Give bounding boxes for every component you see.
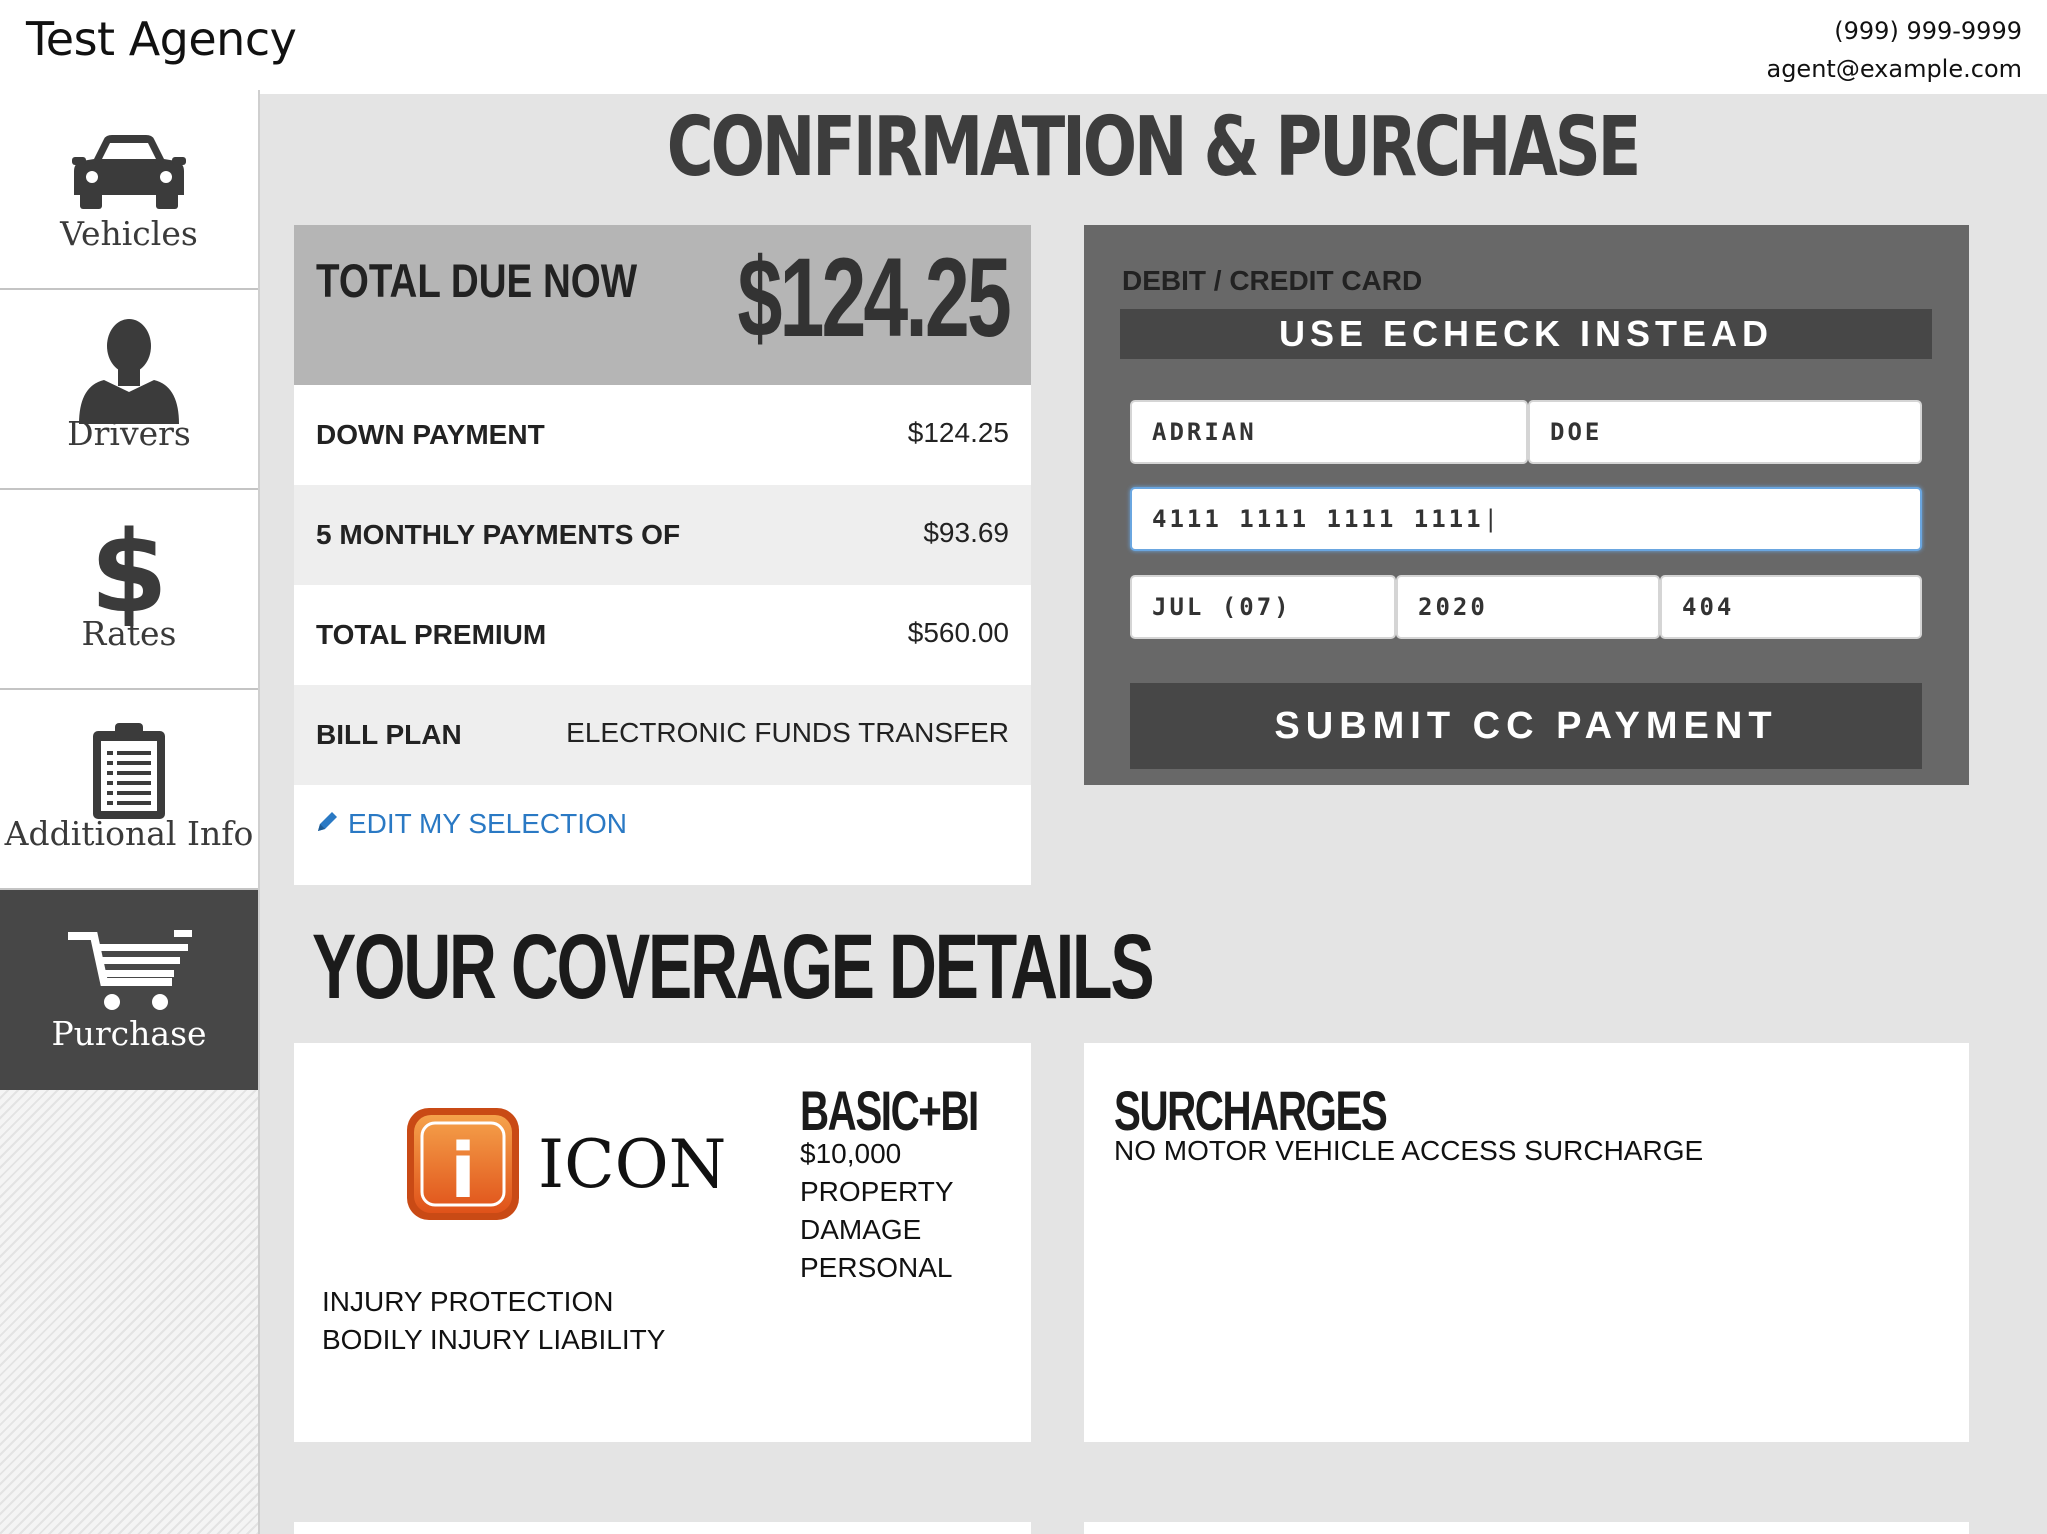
payment-card: DEBIT / CREDIT CARD USE ECHECK INSTEAD A… [1084, 225, 1969, 785]
next-card [1084, 1522, 1969, 1534]
sidebar-item-rates[interactable]: $ Rates [0, 490, 258, 690]
carrier-logo-text: ICON [538, 1125, 727, 1203]
clipboard-icon [0, 718, 258, 823]
next-card [294, 1522, 1031, 1534]
exp-month-select[interactable]: JUL (07) [1130, 575, 1396, 639]
sidebar-item-vehicles[interactable]: Vehicles [0, 90, 258, 290]
dollar-icon: $ [0, 516, 258, 626]
sidebar-item-label: Rates [81, 614, 177, 653]
plan-line: DAMAGE [800, 1214, 922, 1245]
sidebar-item-additional-info[interactable]: Additional Info [0, 690, 258, 890]
agent-contact: (999) 999-9999 agent@example.com [1766, 12, 2022, 88]
summary-row-label: DOWN PAYMENT [316, 419, 545, 450]
summary-row-label: BILL PLAN [316, 719, 462, 750]
agent-email[interactable]: agent@example.com [1766, 50, 2022, 88]
person-icon [0, 318, 258, 424]
surcharges-card: SURCHARGES NO MOTOR VEHICLE ACCESS SURCH… [1084, 1043, 1969, 1442]
header: Test Agency (999) 999-9999 agent@example… [0, 0, 2047, 94]
plan-details: $10,000 PROPERTY DAMAGE PERSONAL [800, 1135, 954, 1287]
total-due-value: $124.25 [737, 235, 1012, 360]
pencil-icon [316, 808, 340, 840]
sidebar-item-label: Vehicles [60, 214, 198, 253]
summary-row-value: ELECTRONIC FUNDS TRANSFER [566, 717, 1009, 748]
page-title: CONFIRMATION & PURCHASE [666, 100, 1642, 195]
card-number-value: 4111 1111 1111 1111 [1152, 505, 1484, 533]
svg-text:$: $ [90, 516, 168, 626]
cvv-field[interactable]: 404 [1660, 575, 1922, 639]
total-due-header: TOTAL DUE NOW $124.25 [294, 225, 1031, 385]
sidebar-item-label: Purchase [51, 1014, 207, 1053]
coverage-section-title: YOUR COVERAGE DETAILS [312, 916, 1155, 1018]
edit-selection-link[interactable]: EDIT MY SELECTION [316, 808, 627, 840]
coverage-plan-card: i ICON BASIC+BI $10,000 PROPERTY DAMAGE … [294, 1043, 1031, 1442]
car-icon [0, 118, 258, 223]
total-due-label: TOTAL DUE NOW [316, 254, 638, 307]
surcharges-title: SURCHARGES [1114, 1079, 1388, 1142]
summary-row: DOWN PAYMENT $124.25 [294, 385, 1031, 485]
use-echeck-button[interactable]: USE ECHECK INSTEAD [1120, 309, 1932, 359]
plan-line: PROPERTY [800, 1176, 954, 1207]
svg-text:i: i [450, 1126, 476, 1215]
summary-row-label: 5 MONTHLY PAYMENTS OF [316, 519, 681, 550]
last-name-field[interactable]: DOE [1528, 400, 1922, 464]
sidebar-item-drivers[interactable]: Drivers [0, 290, 258, 490]
payment-summary-card: TOTAL DUE NOW $124.25 DOWN PAYMENT $124.… [294, 225, 1031, 885]
summary-row-value: $124.25 [907, 417, 1009, 448]
carrier-logo-icon: i [407, 1108, 519, 1220]
sidebar-item-label: Drivers [67, 414, 191, 453]
coverage-line: INJURY PROTECTION [322, 1286, 614, 1317]
agency-name: Test Agency [26, 12, 297, 66]
payment-method-label: DEBIT / CREDIT CARD [1122, 265, 1423, 296]
plan-line: $10,000 [800, 1138, 902, 1169]
plan-title: BASIC+BI [800, 1079, 979, 1142]
summary-row: TOTAL PREMIUM $560.00 [294, 585, 1031, 685]
summary-row-value: $93.69 [923, 517, 1009, 548]
submit-cc-payment-button[interactable]: SUBMIT CC PAYMENT [1130, 683, 1922, 769]
carrier-logo: i ICON [404, 1105, 726, 1223]
summary-row: 5 MONTHLY PAYMENTS OF $93.69 [294, 485, 1031, 585]
sidebar-item-purchase[interactable]: Purchase [0, 890, 258, 1090]
surcharge-item: NO MOTOR VEHICLE ACCESS SURCHARGE [1114, 1135, 1704, 1166]
summary-row: BILL PLAN ELECTRONIC FUNDS TRANSFER [294, 685, 1031, 785]
edit-selection-label: EDIT MY SELECTION [348, 808, 628, 839]
sidebar-nav: Vehicles Drivers $ Rates Additional Info… [0, 90, 260, 1534]
exp-year-select[interactable]: 2020 [1396, 575, 1660, 639]
summary-row-value: $560.00 [907, 617, 1009, 648]
first-name-field[interactable]: ADRIAN [1130, 400, 1528, 464]
coverage-lines: INJURY PROTECTION BODILY INJURY LIABILIT… [322, 1283, 665, 1359]
cart-icon [0, 918, 258, 1023]
coverage-line: BODILY INJURY LIABILITY [322, 1324, 666, 1355]
plan-line: PERSONAL [800, 1252, 953, 1283]
summary-row-label: TOTAL PREMIUM [316, 619, 547, 650]
sidebar-item-label: Additional Info [4, 814, 254, 853]
card-number-field[interactable]: 4111 1111 1111 1111| [1130, 487, 1922, 551]
agent-phone[interactable]: (999) 999-9999 [1766, 12, 2022, 50]
